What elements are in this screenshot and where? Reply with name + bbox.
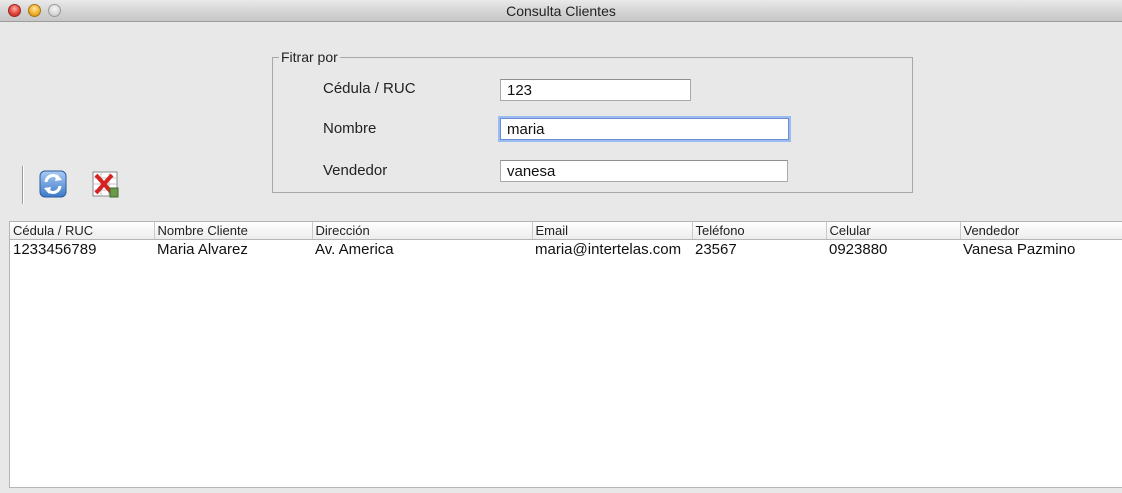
refresh-button[interactable] bbox=[38, 168, 68, 200]
vendedor-label: Vendedor bbox=[323, 162, 388, 179]
window-title: Consulta Clientes bbox=[506, 3, 616, 19]
column-header-direccion[interactable]: Dirección bbox=[312, 222, 533, 240]
clients-table[interactable]: Cédula / RUC Nombre Cliente Dirección Em… bbox=[9, 221, 1122, 488]
column-header-cedula[interactable]: Cédula / RUC bbox=[10, 222, 155, 240]
vendedor-field[interactable] bbox=[500, 160, 788, 182]
column-header-celular[interactable]: Celular bbox=[826, 222, 961, 240]
column-header-email[interactable]: Email bbox=[532, 222, 693, 240]
column-header-nombre[interactable]: Nombre Cliente bbox=[154, 222, 313, 240]
nombre-label: Nombre bbox=[323, 120, 377, 137]
cedula-label: Cédula / RUC bbox=[323, 80, 416, 97]
cedula-field[interactable] bbox=[500, 79, 691, 101]
nombre-field[interactable] bbox=[500, 118, 789, 140]
column-header-vendedor[interactable]: Vendedor bbox=[960, 222, 1122, 240]
cell-nombre: Maria Alvarez bbox=[157, 240, 248, 258]
export-excel-button[interactable] bbox=[90, 168, 120, 200]
cell-vendedor: Vanesa Pazmino bbox=[963, 240, 1076, 258]
filter-legend: Fitrar por bbox=[279, 49, 340, 65]
refresh-icon bbox=[39, 170, 67, 198]
cell-direccion: Av. America bbox=[315, 240, 394, 258]
cell-email: maria@intertelas.com bbox=[535, 240, 682, 258]
table-header-row: Cédula / RUC Nombre Cliente Dirección Em… bbox=[10, 222, 1122, 240]
excel-export-icon bbox=[92, 171, 119, 198]
title-bar[interactable]: Consulta Clientes bbox=[0, 0, 1122, 22]
cell-cedula: 1233456789 bbox=[13, 240, 97, 258]
table-row[interactable]: 1233456789 Maria Alvarez Av. America mar… bbox=[10, 240, 1122, 259]
cell-telefono: 23567 bbox=[695, 240, 737, 258]
toolbar-separator bbox=[22, 166, 24, 204]
column-header-telefono[interactable]: Teléfono bbox=[692, 222, 827, 240]
cell-celular: 0923880 bbox=[829, 240, 888, 258]
